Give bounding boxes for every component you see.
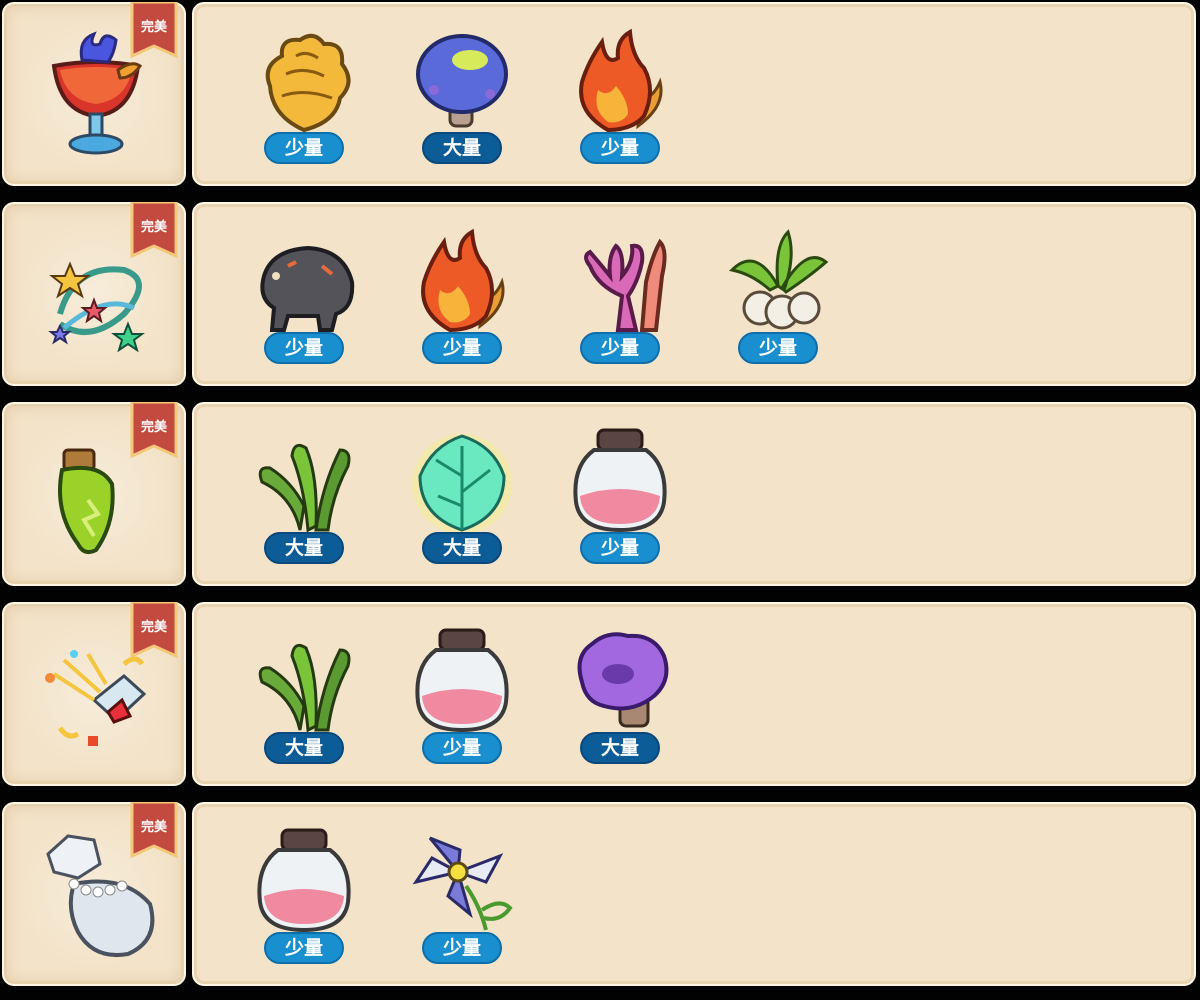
turnip-plant-icon — [728, 229, 829, 330]
quality-label: 完美 — [140, 820, 167, 835]
ingredient-item[interactable]: 少量 — [560, 4, 680, 188]
ingredient-list: 少量 少量 少量 少量 — [192, 202, 1196, 386]
stone-boar-icon — [260, 245, 355, 332]
golden-leaf-cluster-icon — [265, 33, 351, 133]
quality-label: 完美 — [140, 20, 167, 35]
pink-powder-jar-icon — [573, 428, 667, 533]
amount-badge: 少量 — [738, 332, 818, 364]
ingredient-item[interactable]: 少量 — [402, 804, 522, 988]
quality-label: 完美 — [140, 420, 167, 435]
recipe-row: 完美 大量 少量 大量 — [0, 600, 1200, 790]
product-slot[interactable]: 完美 — [2, 202, 186, 386]
ingredient-item[interactable]: 大量 — [244, 604, 364, 788]
amount-badge: 少量 — [580, 332, 660, 364]
amount-badge: 少量 — [264, 932, 344, 964]
ingredient-list: 少量 少量 — [192, 802, 1196, 986]
pinwheel-flower-icon — [412, 836, 513, 931]
amount-badge: 大量 — [422, 532, 502, 564]
ingredient-item[interactable]: 少量 — [244, 204, 364, 388]
ingredient-item[interactable]: 少量 — [560, 204, 680, 388]
recipe-row: 完美 少量 少量 少量 少量 — [0, 200, 1200, 390]
purple-fungus-icon — [577, 632, 669, 728]
glowing-teal-leaf-icon — [412, 434, 512, 534]
amount-badge: 大量 — [264, 732, 344, 764]
recipe-row: 完美 大量 大量 少量 — [0, 400, 1200, 590]
ingredient-item[interactable]: 少量 — [402, 204, 522, 388]
amount-badge: 少量 — [422, 332, 502, 364]
amount-badge: 少量 — [422, 932, 502, 964]
flame-leaf-icon — [579, 28, 663, 133]
amount-badge: 大量 — [422, 132, 502, 164]
product-slot[interactable]: 完美 — [2, 602, 186, 786]
recipe-row: 完美 少量 少量 — [0, 800, 1200, 990]
green-grass-blades-icon — [258, 443, 351, 533]
blue-slime-mushroom-icon — [416, 34, 508, 128]
ingredient-item[interactable]: 大量 — [402, 404, 522, 588]
product-slot[interactable]: 完美 — [2, 402, 186, 586]
amount-badge: 少量 — [264, 132, 344, 164]
amount-badge: 大量 — [580, 732, 660, 764]
amount-badge: 少量 — [422, 732, 502, 764]
pink-powder-jar-icon — [415, 628, 509, 733]
ingredient-item[interactable]: 少量 — [402, 604, 522, 788]
quality-label: 完美 — [140, 620, 167, 635]
ingredient-item[interactable]: 大量 — [402, 4, 522, 188]
amount-badge: 大量 — [264, 532, 344, 564]
ingredient-item[interactable]: 少量 — [718, 204, 838, 388]
pink-powder-jar-icon — [257, 828, 351, 933]
pink-coral-icon — [584, 238, 667, 332]
recipe-row: 完美 少量 大量 少量 — [0, 0, 1200, 190]
ingredient-item[interactable]: 大量 — [560, 604, 680, 788]
quality-label: 完美 — [140, 220, 167, 235]
product-slot[interactable]: 完美 — [2, 802, 186, 986]
ingredient-item[interactable]: 大量 — [244, 404, 364, 588]
amount-badge: 少量 — [580, 532, 660, 564]
flame-leaf-icon — [421, 228, 505, 333]
ingredient-list: 大量 少量 大量 — [192, 602, 1196, 786]
ingredient-list: 大量 大量 少量 — [192, 402, 1196, 586]
ingredient-item[interactable]: 少量 — [244, 4, 364, 188]
ingredient-item[interactable]: 少量 — [244, 804, 364, 988]
amount-badge: 少量 — [580, 132, 660, 164]
amount-badge: 少量 — [264, 332, 344, 364]
ingredient-list: 少量 大量 少量 — [192, 2, 1196, 186]
green-grass-blades-icon — [258, 643, 351, 733]
product-slot[interactable]: 完美 — [2, 2, 186, 186]
ingredient-item[interactable]: 少量 — [560, 404, 680, 588]
